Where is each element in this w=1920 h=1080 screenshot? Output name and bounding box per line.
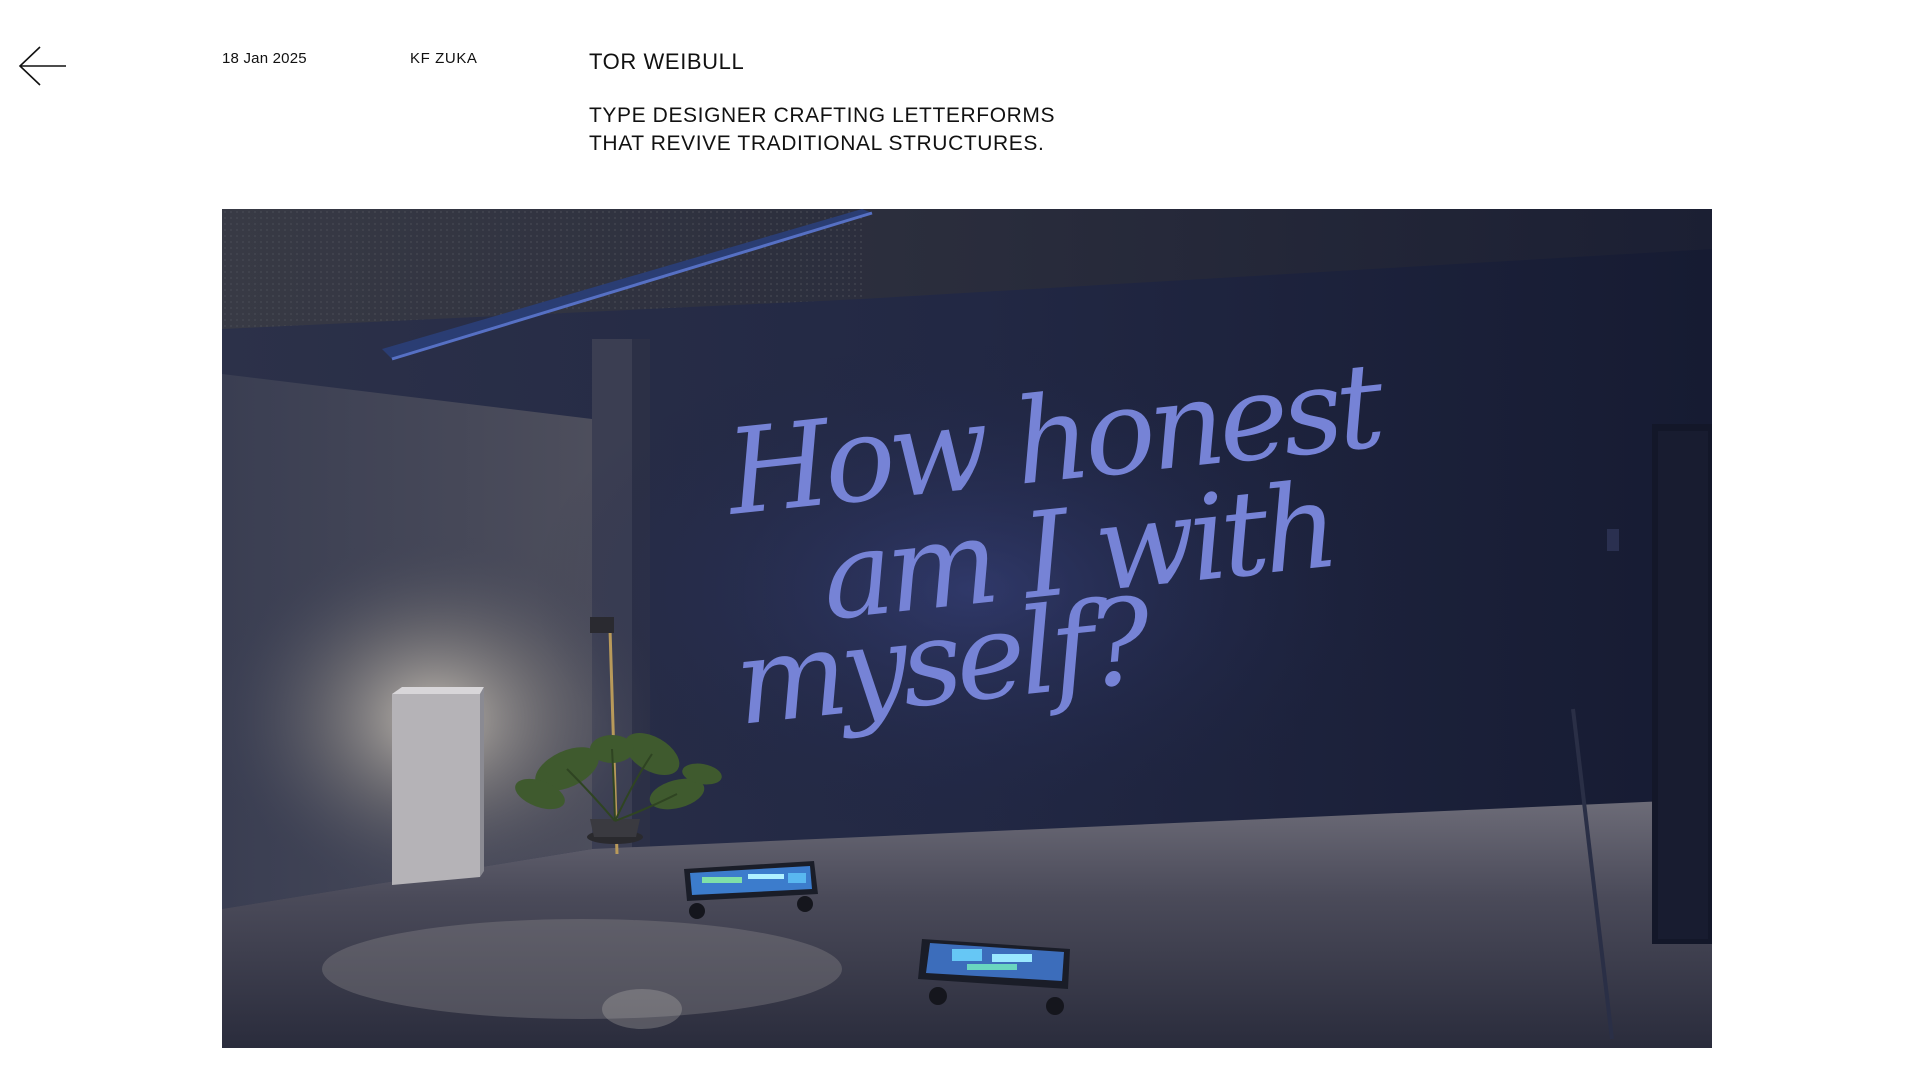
arrow-left-icon [18, 46, 66, 86]
page-description: TYPE DESIGNER CRAFTING LETTERFORMS THAT … [589, 102, 1289, 158]
hero-photo: How honest am I with myself? [222, 209, 1712, 1048]
description-line: THAT REVIVE TRADITIONAL STRUCTURES. [589, 132, 1045, 155]
description-line: TYPE DESIGNER CRAFTING LETTERFORMS [589, 104, 1056, 127]
back-button[interactable] [18, 46, 68, 86]
gallery-scene: How honest am I with myself? [222, 209, 1712, 1048]
author-name: KF ZUKA [410, 50, 478, 67]
publish-date: 18 Jan 2025 [222, 50, 307, 67]
page-title: TOR WEIBULL [589, 49, 745, 74]
